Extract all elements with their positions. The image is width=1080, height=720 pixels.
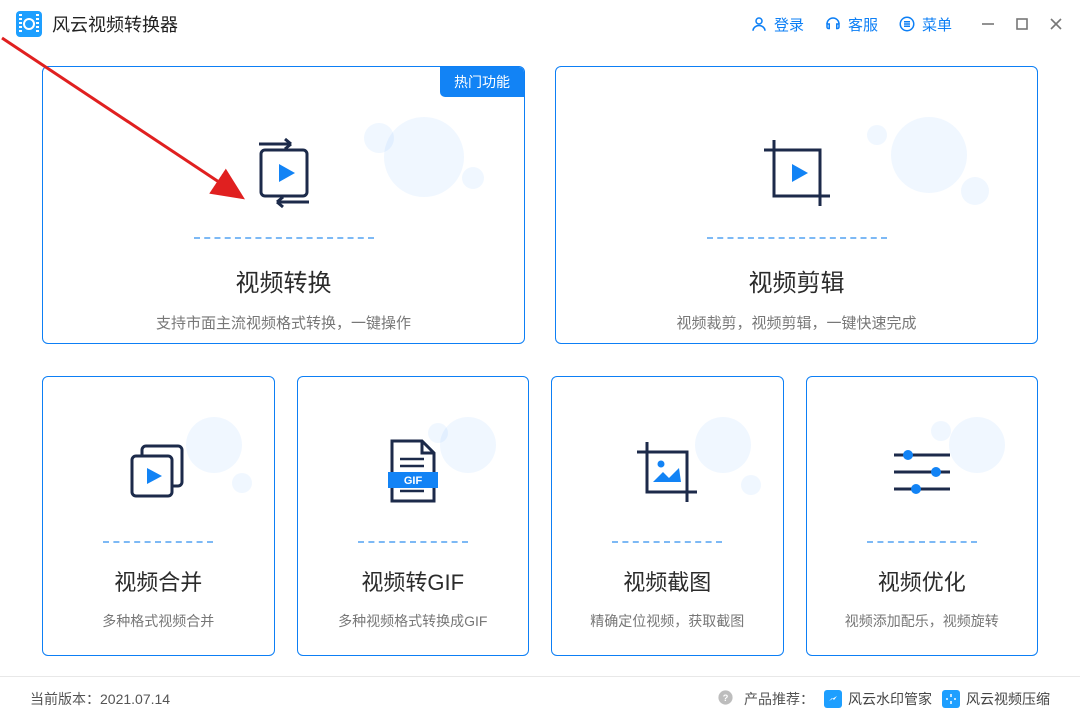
version-text: 当前版本：2021.07.14 xyxy=(30,689,170,709)
card-desc: 视频添加配乐，视频旋转 xyxy=(845,611,999,631)
card-desc: 精确定位视频，获取截图 xyxy=(590,611,744,631)
close-button[interactable] xyxy=(1048,16,1064,32)
divider xyxy=(103,541,213,543)
divider xyxy=(194,237,374,239)
card-desc: 视频裁剪，视频剪辑，一键快速完成 xyxy=(676,312,916,333)
divider xyxy=(707,237,887,239)
footer-bar: 当前版本：2021.07.14 ? 产品推荐： 风云水印管家 风云视频压缩 xyxy=(0,676,1080,720)
svg-text:?: ? xyxy=(723,693,729,703)
svg-text:GIF: GIF xyxy=(404,475,423,487)
card-desc: 多种格式视频合并 xyxy=(102,611,214,631)
card-video-merge[interactable]: 视频合并 多种格式视频合并 xyxy=(42,376,275,656)
maximize-button[interactable] xyxy=(1014,16,1030,32)
maximize-icon xyxy=(1015,17,1029,31)
menu-label: 菜单 xyxy=(922,14,952,35)
product-icon xyxy=(942,690,960,708)
login-button[interactable]: 登录 xyxy=(750,14,804,35)
support-button[interactable]: 客服 xyxy=(824,14,878,35)
card-title: 视频转GIF xyxy=(361,565,464,597)
product-icon xyxy=(824,690,842,708)
recommend-label: 产品推荐： xyxy=(744,689,814,709)
headset-icon xyxy=(824,15,842,33)
gif-file-icon: GIF xyxy=(380,435,446,509)
card-title: 视频合并 xyxy=(114,565,202,597)
minimize-button[interactable] xyxy=(980,16,996,32)
user-icon xyxy=(750,15,768,33)
app-logo-icon xyxy=(16,11,42,37)
help-icon[interactable]: ? xyxy=(717,689,734,709)
hot-badge: 热门功能 xyxy=(440,67,524,97)
product-link-compress[interactable]: 风云视频压缩 xyxy=(942,689,1050,709)
divider xyxy=(867,541,977,543)
card-desc: 支持市面主流视频格式转换，一键操作 xyxy=(156,312,411,333)
minimize-icon xyxy=(981,17,995,31)
card-desc: 多种视频格式转换成GIF xyxy=(338,611,487,631)
menu-icon xyxy=(898,15,916,33)
card-video-gif[interactable]: GIF 视频转GIF 多种视频格式转换成GIF xyxy=(297,376,530,656)
card-title: 视频优化 xyxy=(878,565,966,597)
close-icon xyxy=(1049,17,1063,31)
card-title: 视频转换 xyxy=(236,263,332,298)
login-label: 登录 xyxy=(774,14,804,35)
support-label: 客服 xyxy=(848,14,878,35)
menu-button[interactable]: 菜单 xyxy=(898,14,952,35)
convert-icon xyxy=(245,134,323,212)
card-title: 视频截图 xyxy=(623,565,711,597)
title-bar: 风云视频转换器 登录 客服 菜单 xyxy=(0,0,1080,48)
divider xyxy=(612,541,722,543)
crop-icon xyxy=(754,130,840,216)
card-video-edit[interactable]: 视频剪辑 视频裁剪，视频剪辑，一键快速完成 xyxy=(555,66,1038,344)
sliders-icon xyxy=(886,441,958,503)
card-video-optimize[interactable]: 视频优化 视频添加配乐，视频旋转 xyxy=(806,376,1039,656)
merge-icon xyxy=(122,436,194,508)
card-video-convert[interactable]: 热门功能 视频转换 支持市面主流视频格式转换，一键操作 xyxy=(42,66,525,344)
card-video-screenshot[interactable]: 视频截图 精确定位视频，获取截图 xyxy=(551,376,784,656)
product-link-watermark[interactable]: 风云水印管家 xyxy=(824,689,932,709)
card-title: 视频剪辑 xyxy=(749,263,845,298)
app-title: 风云视频转换器 xyxy=(52,11,178,37)
divider xyxy=(358,541,468,543)
main-content: 热门功能 视频转换 支持市面主流视频格式转换，一键操作 xyxy=(0,48,1080,656)
screenshot-icon xyxy=(629,434,705,510)
